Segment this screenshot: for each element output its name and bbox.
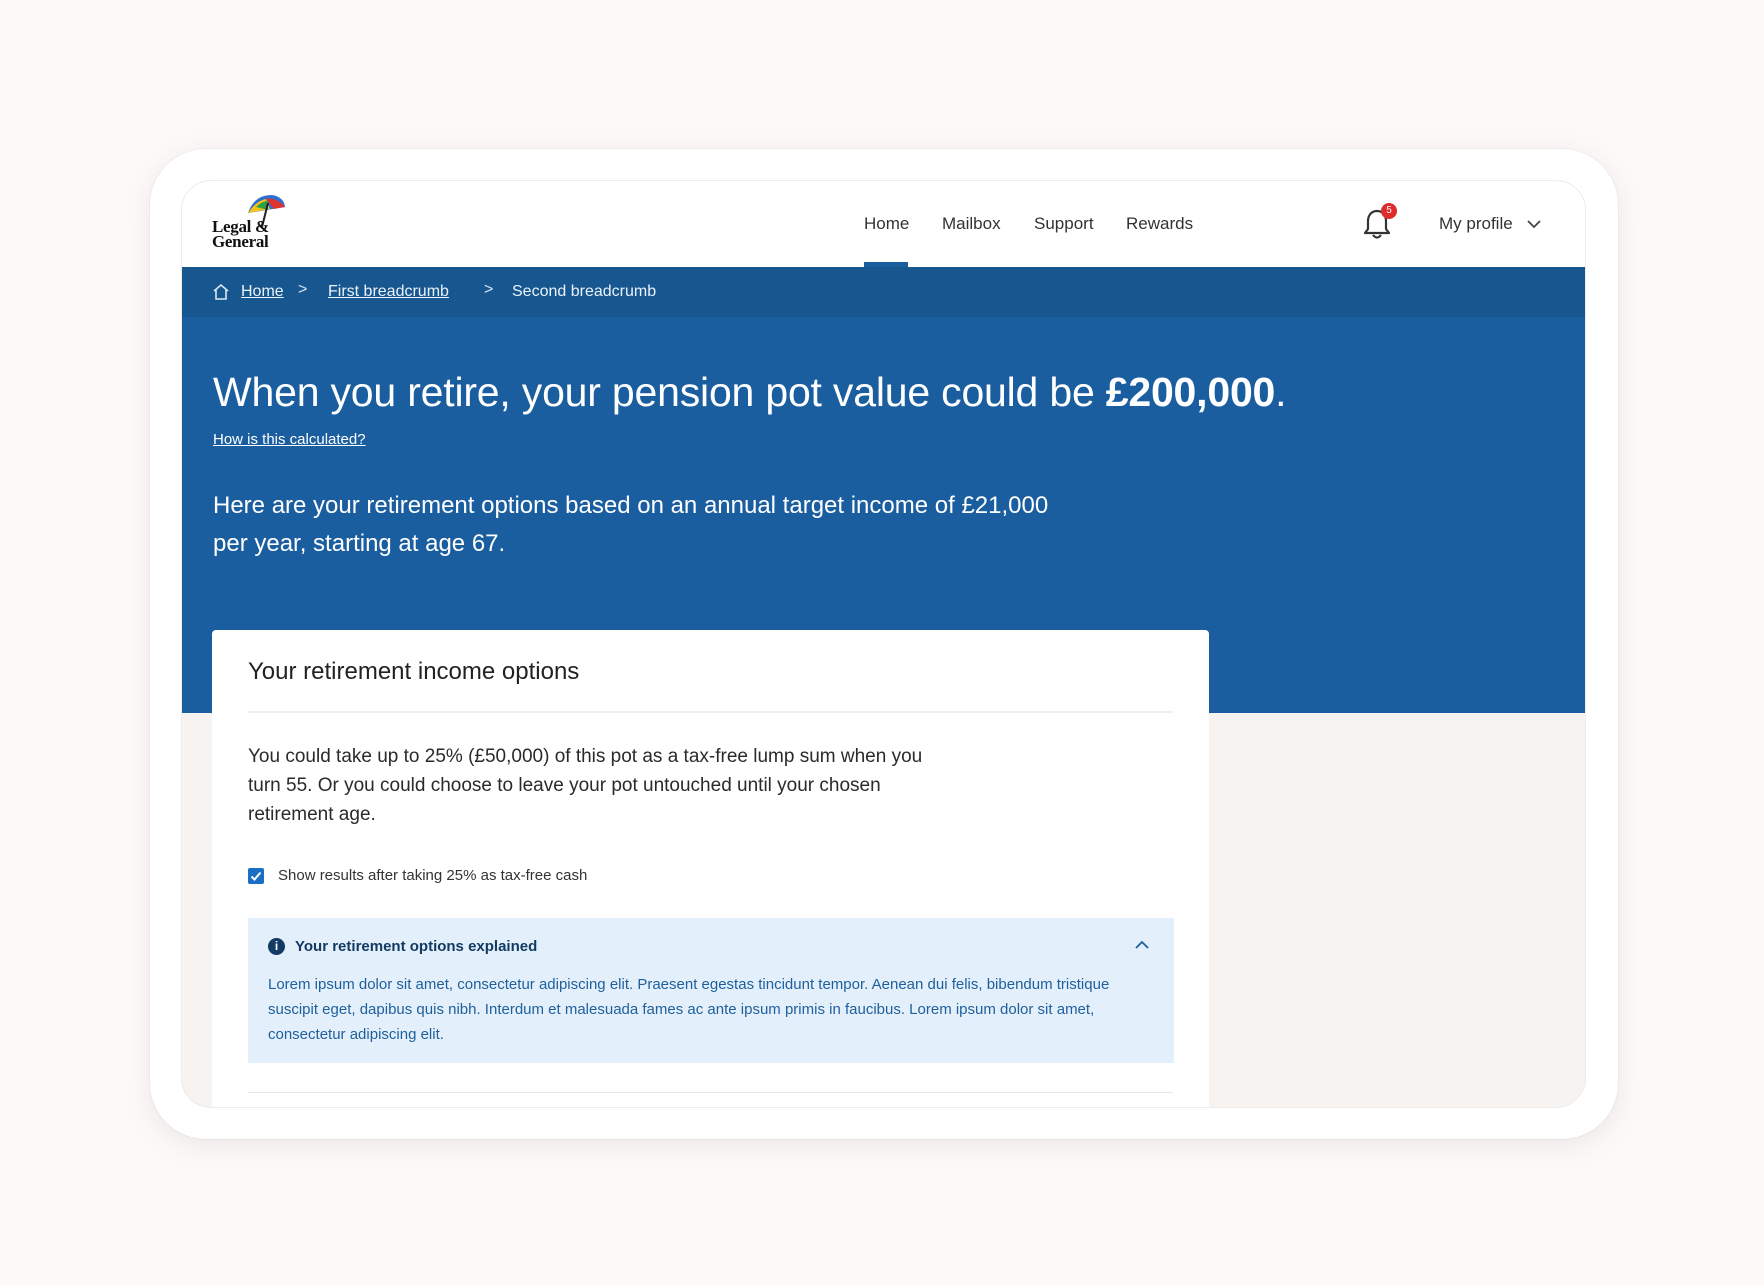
breadcrumb: Home > First breadcrumb > Second breadcr…	[182, 267, 1585, 317]
title-suffix: .	[1275, 369, 1287, 415]
retirement-options-card: Your retirement income options You could…	[212, 630, 1209, 1107]
title-prefix: When you retire, your pension pot value …	[213, 369, 1106, 415]
nav-home-label: Home	[864, 214, 910, 233]
breadcrumb-current: Second breadcrumb	[512, 283, 657, 300]
pot-value: £200,000	[1105, 369, 1276, 415]
brand-line-2: General	[212, 232, 269, 251]
page-title: When you retire, your pension pot value …	[213, 369, 1287, 416]
breadcrumb-first[interactable]: First breadcrumb	[328, 282, 449, 302]
card-description: You could take up to 25% (£50,000) of th…	[248, 746, 923, 825]
chevron-down-icon	[1527, 220, 1542, 229]
hero-subtitle: Here are your retirement options based o…	[213, 492, 1049, 557]
nav-rewards[interactable]: Rewards	[1126, 207, 1193, 267]
tax-free-cash-checkbox[interactable]	[248, 868, 264, 884]
home-icon[interactable]	[212, 283, 230, 301]
checkbox-label: Show results after taking 25% as tax-fre…	[278, 867, 588, 884]
breadcrumb-home[interactable]: Home	[241, 282, 284, 302]
nav-home[interactable]: Home	[864, 207, 910, 267]
app-screen: Legal & General Home Mailbox Support Rew…	[181, 180, 1586, 1108]
breadcrumb-separator: >	[484, 281, 494, 298]
divider	[248, 711, 1173, 713]
nav-support[interactable]: Support	[1034, 207, 1094, 267]
profile-menu[interactable]: My profile	[1439, 207, 1542, 241]
info-icon: i	[268, 938, 285, 955]
nav-mailbox[interactable]: Mailbox	[942, 207, 1001, 267]
nav-rewards-label: Rewards	[1126, 214, 1194, 233]
top-navigation: Legal & General Home Mailbox Support Rew…	[182, 181, 1585, 267]
nav-mailbox-label: Mailbox	[942, 214, 1001, 233]
brand-logo[interactable]: Legal & General	[212, 193, 296, 257]
options-explained-accordion: i Your retirement options explained Lore…	[248, 918, 1174, 1063]
accordion-title: Your retirement options explained	[295, 938, 538, 955]
how-calculated-link[interactable]: How is this calculated?	[213, 431, 366, 448]
breadcrumb-separator: >	[298, 281, 308, 298]
card-title: Your retirement income options	[248, 658, 580, 685]
chevron-up-icon[interactable]	[1135, 940, 1149, 949]
notification-badge: 5	[1381, 203, 1397, 219]
brand-wordmark: Legal & General	[212, 218, 294, 251]
checkmark-icon	[250, 871, 262, 881]
divider	[248, 1092, 1173, 1093]
accordion-body: Lorem ipsum dolor sit amet, consectetur …	[268, 976, 1110, 1043]
profile-label: My profile	[1439, 214, 1513, 233]
nav-support-label: Support	[1034, 214, 1094, 233]
